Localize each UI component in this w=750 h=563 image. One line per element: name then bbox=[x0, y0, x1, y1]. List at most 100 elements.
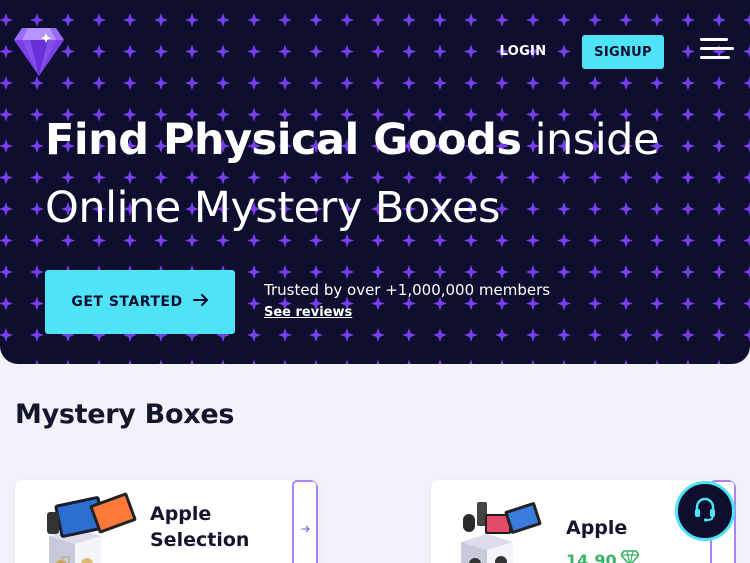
sparkle-icon bbox=[283, 359, 287, 364]
box-name: Apple bbox=[566, 515, 627, 541]
sparkle-icon bbox=[650, 328, 664, 342]
sparkle-icon bbox=[185, 44, 199, 59]
sparkle-icon bbox=[557, 44, 571, 59]
sparkle-icon bbox=[681, 13, 695, 27]
sparkle-icon bbox=[123, 76, 137, 90]
sparkle-icon bbox=[717, 359, 721, 364]
sparkle-icon bbox=[712, 265, 726, 279]
hamburger-menu-icon[interactable] bbox=[700, 36, 734, 62]
sparkle-icon bbox=[309, 265, 323, 279]
sparkle-icon bbox=[433, 13, 447, 27]
sparkle-icon bbox=[309, 328, 323, 342]
sparkle-icon bbox=[557, 76, 571, 90]
sparkle-icon bbox=[619, 76, 633, 90]
sparkle-icon bbox=[650, 265, 664, 279]
sparkle-icon bbox=[216, 13, 230, 27]
support-chat-button[interactable] bbox=[675, 481, 735, 541]
sparkle-icon bbox=[624, 359, 628, 364]
sparkle-icon bbox=[30, 202, 44, 216]
get-started-button[interactable]: GET STARTED bbox=[45, 270, 235, 334]
sparkle-icon bbox=[748, 359, 750, 364]
sparkle-icon bbox=[743, 170, 750, 185]
sparkle-icon bbox=[4, 359, 8, 364]
sparkle-icon bbox=[340, 265, 354, 279]
sparkle-icon bbox=[30, 265, 44, 279]
sparkle-icon bbox=[92, 44, 106, 59]
sparkle-icon bbox=[743, 265, 750, 279]
sparkle-icon bbox=[159, 359, 163, 364]
headline-bold-text: Find Physical Goods bbox=[45, 115, 522, 165]
trust-text: Trusted by over +1,000,000 members bbox=[264, 281, 551, 299]
sparkle-icon bbox=[681, 44, 695, 59]
sparkle-icon bbox=[278, 76, 292, 90]
sparkle-icon bbox=[123, 13, 137, 27]
sparkle-icon bbox=[216, 44, 230, 59]
sparkle-icon bbox=[650, 76, 664, 90]
sparkle-icon bbox=[650, 296, 664, 311]
sparkle-icon bbox=[128, 359, 132, 364]
sparkle-icon bbox=[743, 296, 750, 311]
sparkle-icon bbox=[0, 328, 13, 342]
box-name: Apple Selection bbox=[150, 501, 249, 553]
login-button[interactable]: LOGIN bbox=[488, 36, 558, 66]
sparkle-icon bbox=[557, 296, 571, 311]
sparkle-icon bbox=[35, 359, 39, 364]
sparkle-icon bbox=[619, 13, 633, 27]
sparkle-icon bbox=[495, 13, 509, 27]
sparkle-icon bbox=[340, 328, 354, 342]
sparkle-icon bbox=[30, 139, 44, 153]
sparkle-icon bbox=[371, 44, 385, 59]
sparkle-icon bbox=[619, 265, 633, 279]
apple-products-box-image:  bbox=[41, 492, 141, 563]
sparkle-icon bbox=[655, 359, 659, 364]
sparkle-icon bbox=[314, 359, 318, 364]
sparkle-icon bbox=[309, 76, 323, 90]
gem-logo-icon[interactable] bbox=[14, 24, 64, 78]
sparkle-icon bbox=[588, 265, 602, 279]
sparkle-icon bbox=[185, 76, 199, 90]
sparkle-icon bbox=[743, 13, 750, 27]
sparkle-icon bbox=[247, 44, 261, 59]
box-arrow-button[interactable] bbox=[292, 480, 318, 563]
sparkle-icon bbox=[0, 170, 13, 185]
sparkle-icon bbox=[464, 44, 478, 59]
sparkle-icon bbox=[557, 13, 571, 27]
mystery-box-card[interactable]:  Apple Selection bbox=[15, 480, 318, 563]
sparkle-icon bbox=[526, 328, 540, 342]
sparkle-icon bbox=[376, 359, 380, 364]
sparkle-icon bbox=[278, 13, 292, 27]
sparkle-icon bbox=[247, 265, 261, 279]
sparkle-icon bbox=[0, 233, 13, 248]
sparkle-icon bbox=[712, 13, 726, 27]
signup-button[interactable]: SIGNUP bbox=[582, 35, 664, 69]
sparkle-icon bbox=[371, 13, 385, 27]
section-title: Mystery Boxes bbox=[15, 399, 235, 430]
sparkle-icon bbox=[66, 359, 70, 364]
sparkle-icon bbox=[402, 76, 416, 90]
arrow-right-icon bbox=[301, 525, 310, 536]
sparkle-icon bbox=[619, 296, 633, 311]
sparkle-icon bbox=[247, 13, 261, 27]
sparkle-icon bbox=[0, 44, 13, 59]
sparkle-icon bbox=[712, 328, 726, 342]
sparkle-icon bbox=[123, 44, 137, 59]
sparkle-icon bbox=[190, 359, 194, 364]
sparkle-icon bbox=[464, 265, 478, 279]
see-reviews-link[interactable]: See reviews bbox=[264, 305, 352, 320]
sparkle-icon bbox=[247, 76, 261, 90]
sparkle-icon bbox=[30, 76, 44, 90]
sparkle-icon bbox=[309, 13, 323, 27]
sparkle-icon bbox=[588, 328, 602, 342]
sparkle-icon bbox=[464, 13, 478, 27]
apple-products-box-image bbox=[457, 492, 547, 563]
sparkle-icon bbox=[681, 328, 695, 342]
sparkle-icon bbox=[154, 44, 168, 59]
sparkle-icon bbox=[593, 359, 597, 364]
sparkle-icon bbox=[619, 328, 633, 342]
sparkle-icon bbox=[650, 13, 664, 27]
sparkle-icon bbox=[531, 359, 535, 364]
box-name-line1: Apple bbox=[150, 503, 212, 525]
sparkle-icon bbox=[30, 107, 44, 122]
sparkle-icon bbox=[681, 76, 695, 90]
sparkle-icon bbox=[681, 296, 695, 311]
